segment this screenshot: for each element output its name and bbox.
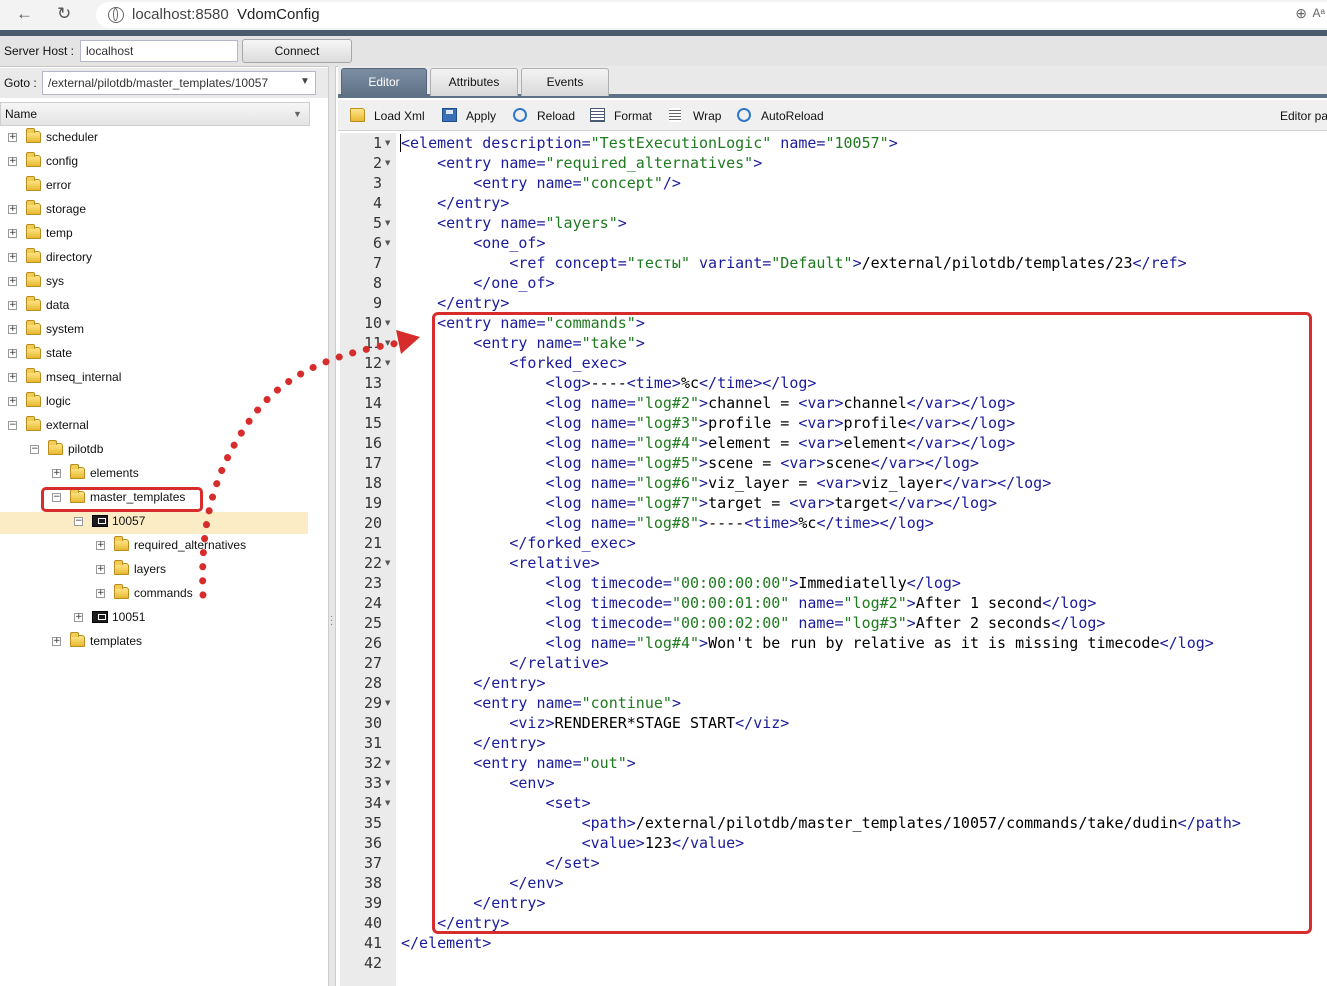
annotation-dotted-arrow — [199, 330, 420, 599]
